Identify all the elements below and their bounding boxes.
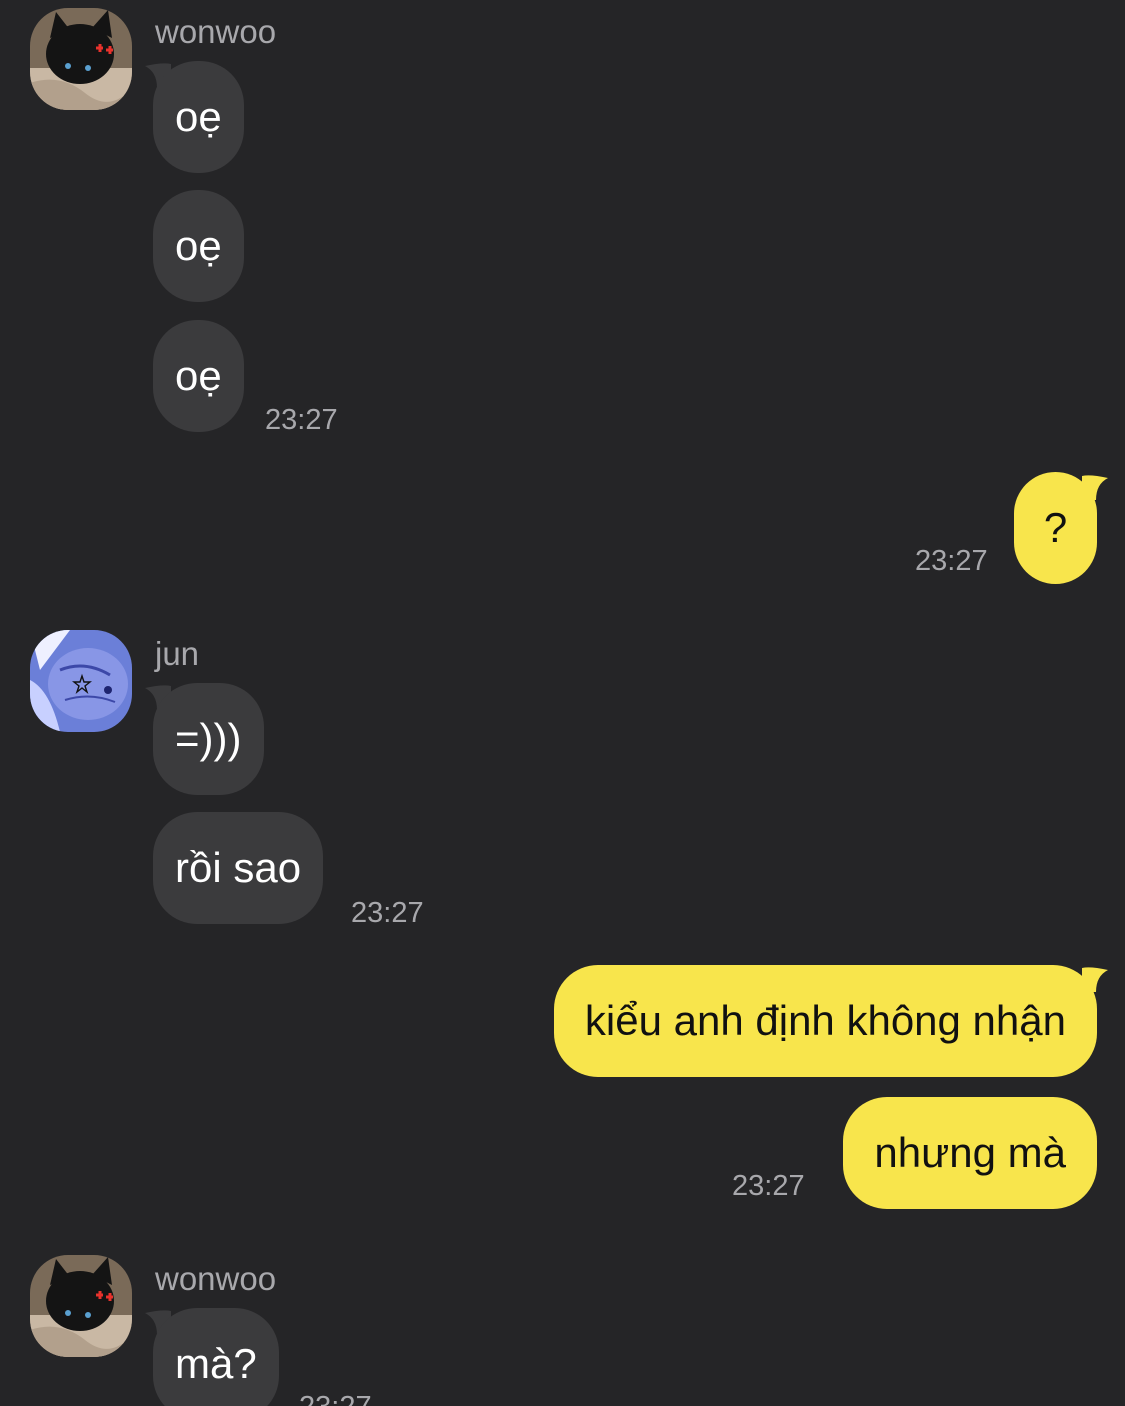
message-bubble[interactable]: mà? [153, 1308, 279, 1406]
jun-avatar-icon[interactable] [30, 630, 132, 732]
message-bubble[interactable]: oẹ [153, 320, 244, 432]
sender-name: wonwoo [155, 13, 277, 50]
message-bubble[interactable]: =))) [153, 683, 264, 795]
wonwoo-avatar-icon[interactable] [30, 1255, 132, 1357]
message-bubble[interactable]: ? [1014, 472, 1097, 584]
message-bubble[interactable]: oẹ [153, 190, 244, 302]
message-timestamp: 23:27 [351, 897, 424, 929]
sender-name: jun [155, 635, 200, 672]
message-bubble[interactable]: rồi sao [153, 812, 324, 924]
chat-message-list[interactable]: wonwoo oẹ oẹ oẹ 23:27 ? 23:27 jun =))) r… [0, 0, 1125, 1406]
message-bubble[interactable]: kiểu anh định không nhận [553, 965, 1097, 1077]
message-timestamp: 23:27 [299, 1390, 372, 1406]
sender-name: wonwoo [155, 1260, 277, 1297]
message-timestamp: 23:27 [265, 404, 338, 436]
wonwoo-avatar-icon[interactable] [30, 8, 132, 110]
message-bubble[interactable]: oẹ [153, 61, 244, 173]
message-bubble[interactable]: nhưng mà [843, 1097, 1097, 1209]
message-timestamp: 23:27 [915, 545, 988, 577]
message-timestamp: 23:27 [732, 1170, 805, 1202]
